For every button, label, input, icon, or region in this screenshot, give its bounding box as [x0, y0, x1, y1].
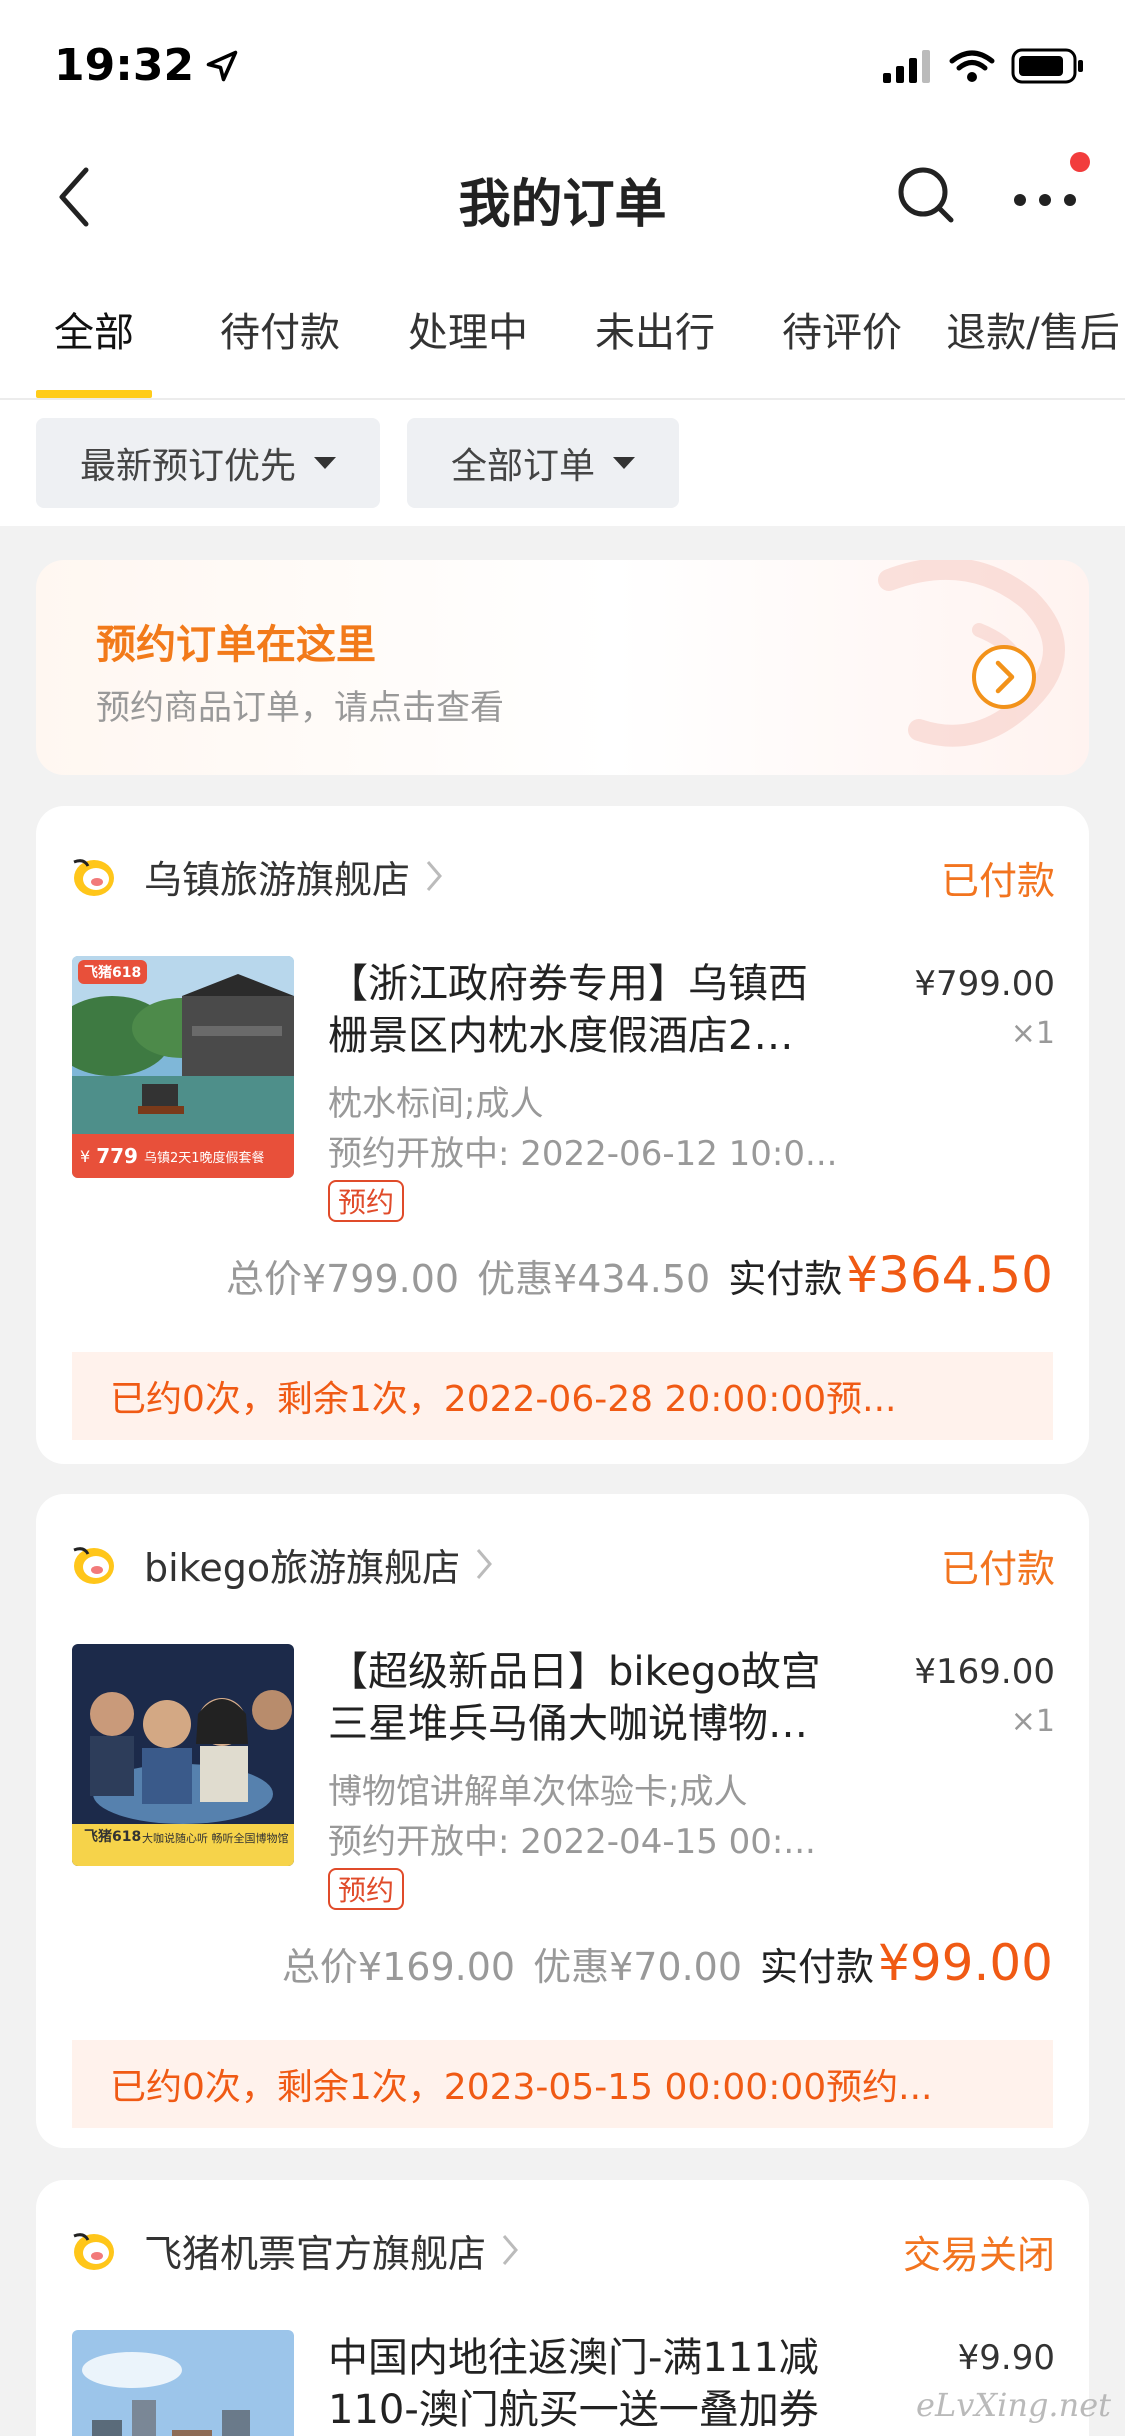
- quantity: ×1: [1010, 1704, 1055, 1739]
- nav-bar: 我的订单: [0, 132, 1125, 264]
- more-dots-icon: [1014, 194, 1076, 206]
- product-spec: 博物馆讲解单次体验卡;成人: [328, 1772, 748, 1812]
- price-summary: 总价¥169.00 优惠¥70.00 实付款 ¥99.00: [282, 1934, 1053, 1992]
- arrow-circle-right-icon[interactable]: [970, 643, 1038, 711]
- battery-icon: [1011, 48, 1083, 84]
- store-name: 乌镇旅游旗舰店: [144, 857, 411, 902]
- order-card[interactable]: bikego旅游旗舰店 已付款 飞猪618 大咖说随心听 畅听全国博物馆 【超级…: [36, 1494, 1089, 2148]
- macau-city-image: [72, 2330, 294, 2436]
- product-title-line2: 三星堆兵马俑大咖说博物…: [328, 1701, 808, 1747]
- product-title-line1: 【浙江政府券专用】乌镇西: [328, 961, 808, 1007]
- store-row[interactable]: bikego旅游旗舰店 已付款: [70, 1534, 1055, 1594]
- reservation-open-time: 预约开放中: 2022-04-15 00:...: [328, 1822, 816, 1862]
- thumb-price-strip: ¥779 乌镇2天1晚度假套餐: [72, 1134, 294, 1178]
- caret-down-icon: [314, 457, 336, 469]
- paid-amount: ¥364.50: [846, 1246, 1053, 1304]
- order-status: 交易关闭: [902, 2233, 1055, 2277]
- search-button[interactable]: [895, 164, 959, 228]
- product-spec: 枕水标间;成人: [328, 1084, 544, 1124]
- total-price: 总价¥799.00: [225, 1257, 460, 1301]
- status-time-text: 19:32: [54, 40, 195, 91]
- chevron-right-icon: [476, 1549, 493, 1579]
- banner-title: 预约订单在这里: [96, 622, 376, 668]
- reservation-badge: 预约: [328, 1180, 405, 1222]
- thumb-caption: 乌镇2天1晚度假套餐: [143, 1150, 265, 1166]
- store-row[interactable]: 乌镇旅游旗舰店 已付款: [70, 846, 1055, 906]
- status-indicators: [883, 48, 1085, 84]
- banner-subtitle: 预约商品订单，请点击查看: [96, 688, 504, 728]
- location-arrow-icon: [206, 50, 238, 81]
- product-title[interactable]: 【浙江政府券专用】乌镇西 栅景区内枕水度假酒店2…: [328, 958, 858, 1062]
- chevron-right-icon: [502, 2235, 518, 2265]
- decorative-swirl: [878, 560, 1065, 747]
- tab-pending-payment[interactable]: 待付款: [210, 300, 350, 358]
- filter-bar: 最新预订优先 全部订单: [0, 400, 1125, 526]
- discount: 优惠¥70.00: [533, 1945, 743, 1989]
- paid-label: 实付款: [760, 1945, 875, 1989]
- product-title-line1: 中国内地往返澳门-满111减: [328, 2335, 819, 2381]
- tab-not-traveled[interactable]: 未出行: [585, 300, 725, 358]
- unit-price: ¥799.00: [914, 964, 1055, 1004]
- product-title-line2: 110-澳门航买一送一叠加券: [328, 2387, 819, 2433]
- reservation-open-time: 预约开放中: 2022-06-12 10:0...: [328, 1134, 838, 1174]
- order-tabs: 全部 待付款 处理中 未出行 待评价 退款/售后: [0, 264, 1125, 400]
- reservation-notice[interactable]: 已约0次，剩余1次，2022-06-28 20:00:00预...: [72, 1352, 1053, 1440]
- search-icon: [898, 167, 954, 223]
- chevron-right-icon: [426, 861, 442, 891]
- unit-price: ¥9.90: [957, 2338, 1055, 2378]
- thumb-tag: 飞猪618: [78, 1824, 148, 1848]
- more-button[interactable]: [1010, 172, 1080, 222]
- tab-processing[interactable]: 处理中: [398, 300, 538, 358]
- sort-dropdown[interactable]: 最新预订优先: [36, 418, 380, 508]
- fliggy-logo-icon: [73, 2233, 114, 2270]
- product-title-line1: 【超级新品日】bikego故宫: [328, 1649, 821, 1695]
- notification-dot: [1070, 152, 1090, 172]
- tab-refund[interactable]: 退款/售后: [938, 300, 1125, 358]
- price-summary: 总价¥799.00 优惠¥434.50 实付款 ¥364.50: [226, 1246, 1053, 1304]
- fliggy-logo-icon: [73, 859, 114, 896]
- store-row[interactable]: 飞猪机票官方旗舰店 交易关闭: [70, 2220, 1055, 2280]
- sort-label: 最新预订优先: [79, 446, 296, 487]
- paid-amount: ¥99.00: [878, 1934, 1053, 1992]
- order-type-dropdown[interactable]: 全部订单: [407, 418, 679, 508]
- discount: 优惠¥434.50: [477, 1257, 711, 1301]
- tab-pending-review[interactable]: 待评价: [772, 300, 912, 358]
- store-name: bikego旅游旗舰店: [144, 1545, 461, 1590]
- order-status: 已付款: [940, 1547, 1055, 1591]
- total-price: 总价¥169.00: [281, 1945, 516, 1989]
- order-status: 已付款: [940, 859, 1055, 903]
- unit-price: ¥169.00: [914, 1652, 1055, 1692]
- product-title-line2: 栅景区内枕水度假酒店2…: [328, 1013, 794, 1059]
- product-title[interactable]: 【超级新品日】bikego故宫 三星堆兵马俑大咖说博物…: [328, 1646, 858, 1750]
- active-tab-indicator: [36, 390, 152, 398]
- thumb-price: 779: [96, 1144, 138, 1168]
- wifi-icon: [949, 50, 995, 82]
- thumb-caption: 大咖说随心听 畅听全国博物馆: [142, 1832, 289, 1845]
- store-name: 飞猪机票官方旗舰店: [144, 2231, 487, 2276]
- quantity: ×1: [1010, 1016, 1055, 1051]
- reservation-badge: 预约: [328, 1868, 405, 1910]
- caret-down-icon: [613, 457, 635, 469]
- paid-label: 实付款: [728, 1257, 843, 1301]
- order-card[interactable]: 乌镇旅游旗舰店 已付款 飞猪618 ¥779 乌镇2天1晚度假套餐 【浙江政府券专…: [36, 806, 1089, 1464]
- tab-all[interactable]: 全部: [36, 300, 152, 358]
- reservation-banner[interactable]: 预约订单在这里 预约商品订单，请点击查看: [36, 560, 1089, 775]
- fliggy-logo-icon: [73, 1547, 114, 1584]
- product-image[interactable]: 飞猪618 大咖说随心听 畅听全国博物馆: [72, 1644, 294, 1866]
- product-image[interactable]: 飞猪618 ¥779 乌镇2天1晚度假套餐: [72, 956, 294, 1178]
- watermark: eLvXing.net: [916, 2386, 1111, 2424]
- signal-icon: [883, 50, 930, 83]
- status-bar: 19:32: [0, 0, 1125, 132]
- reservation-notice[interactable]: 已约0次，剩余1次，2023-05-15 00:00:00预约...: [72, 2040, 1053, 2128]
- status-time: 19:32: [54, 40, 240, 91]
- thumb-tag: 飞猪618: [78, 960, 148, 984]
- product-title[interactable]: 中国内地往返澳门-满111减 110-澳门航买一送一叠加券: [328, 2332, 858, 2436]
- product-image[interactable]: [72, 2330, 294, 2436]
- order-type-label: 全部订单: [450, 446, 595, 487]
